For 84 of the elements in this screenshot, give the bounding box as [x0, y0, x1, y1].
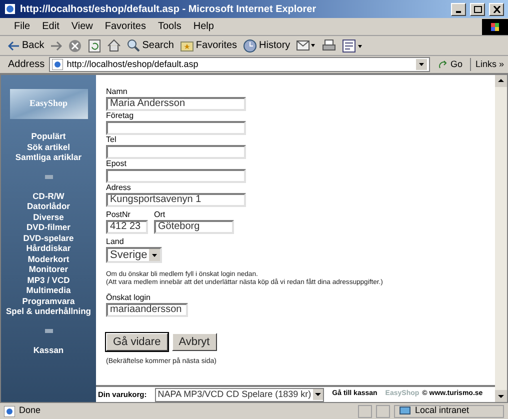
maximize-icon — [474, 6, 482, 12]
printer-icon[interactable] — [322, 39, 336, 52]
menu-item[interactable]: View — [65, 19, 99, 34]
nav-link[interactable]: Multimedia — [26, 285, 71, 296]
nav-link[interactable]: Datorlådor — [27, 201, 70, 212]
field-label: Tel — [106, 135, 118, 145]
mail-icon[interactable] — [296, 39, 316, 52]
links-button[interactable]: Links » — [470, 58, 504, 72]
text-field[interactable]: mariaandersson — [106, 303, 188, 317]
page-icon — [52, 59, 63, 70]
back-button[interactable]: Back — [8, 38, 44, 53]
refresh-icon[interactable] — [88, 38, 102, 52]
field-label: Namn — [106, 87, 128, 97]
close-icon — [492, 6, 500, 12]
forward-arrow-icon[interactable] — [50, 40, 62, 50]
nav-link[interactable]: CD-R/W — [32, 190, 64, 201]
menu-item[interactable]: Tools — [152, 19, 188, 34]
text-field[interactable]: Kungsportsavenyn 1 — [106, 193, 246, 207]
address-label: Address — [8, 58, 45, 72]
continue-button[interactable]: Gå vidare — [106, 333, 168, 351]
nav-link[interactable]: Spel & underhållning — [6, 306, 91, 316]
text-field[interactable] — [106, 121, 246, 135]
search-button[interactable]: Search — [127, 38, 174, 53]
back-arrow-icon — [8, 40, 20, 50]
page-icon — [4, 406, 15, 416]
close-button[interactable] — [489, 2, 504, 16]
text-field[interactable]: 412 23 — [106, 220, 148, 234]
nav-link[interactable]: Kassan — [33, 344, 64, 355]
cart-dropdown[interactable]: NAPA MP3/VCD CD Spelare (1839 kr) — [154, 388, 324, 402]
address-field[interactable]: http://localhost/eshop/default.asp — [48, 57, 430, 72]
nav-link[interactable]: Sök artikel — [26, 142, 70, 152]
scroll-up-icon[interactable] — [495, 75, 507, 87]
nav-link[interactable]: DVD-spelare — [23, 232, 74, 243]
home-icon[interactable] — [107, 39, 122, 52]
nav-link[interactable]: Populärt — [31, 131, 66, 142]
text-field[interactable]: Göteborg — [154, 220, 234, 234]
browser-page-icon — [4, 3, 16, 15]
menu-item[interactable]: Edit — [36, 19, 66, 34]
field-label: PostNr — [106, 210, 132, 220]
favorites-button[interactable]: Favorites — [180, 38, 238, 53]
nav-link[interactable]: MP3 / VCD — [27, 274, 70, 285]
history-button[interactable]: History — [243, 38, 290, 53]
field-label: Företag — [106, 111, 135, 121]
separator-icon — [44, 174, 52, 178]
go-button[interactable]: Go — [434, 58, 466, 72]
field-label: Land — [106, 237, 124, 247]
nav-link[interactable]: Moderkort — [28, 254, 70, 264]
field-label: Adress — [106, 183, 132, 193]
window-title: http://localhost/eshop/default.asp - Microsoft Internet Explorer — [20, 2, 318, 16]
text-field[interactable] — [106, 145, 246, 159]
nav-link[interactable]: Programvara — [22, 296, 75, 306]
field-label: Ort — [154, 210, 166, 220]
field-label: Önskat login — [106, 293, 152, 303]
zone-text: Local intranet — [415, 404, 470, 418]
nav-link[interactable]: Diverse — [33, 212, 64, 222]
minimize-button[interactable] — [451, 2, 466, 16]
url-text: http://localhost/eshop/default.asp — [66, 58, 200, 71]
intranet-icon — [399, 406, 411, 416]
go-arrow-icon — [438, 60, 448, 70]
maximize-button[interactable] — [470, 2, 485, 16]
magnifier-icon — [127, 39, 140, 52]
nav-link[interactable]: Hårddiskar — [26, 243, 71, 254]
nav-link[interactable]: Samtliga artiklar — [15, 152, 82, 162]
menu-item[interactable]: Help — [187, 19, 220, 34]
clock-icon — [243, 38, 258, 52]
scrollbar[interactable] — [495, 75, 507, 402]
stop-icon[interactable] — [68, 38, 82, 52]
nav-link[interactable]: DVD-filmer — [26, 222, 70, 232]
status-text: Done — [19, 404, 42, 418]
scroll-down-icon[interactable] — [495, 390, 507, 402]
cancel-button[interactable]: Avbryt — [172, 333, 217, 351]
edit-page-icon[interactable] — [342, 38, 364, 52]
text-field[interactable]: Maria Andersson — [106, 97, 246, 111]
text-field[interactable] — [106, 169, 246, 183]
status-panel — [376, 404, 390, 418]
windows-logo-icon — [482, 18, 508, 34]
nav-link[interactable]: Monitorer — [28, 264, 68, 274]
logo: EasyShop — [10, 89, 88, 119]
status-panel — [358, 404, 372, 418]
country-dropdown[interactable]: Sverige — [106, 247, 162, 263]
field-label: Epost — [106, 159, 128, 169]
separator-icon — [44, 328, 52, 332]
menu-item[interactable]: Favorites — [98, 19, 152, 34]
menu-item[interactable]: File — [8, 19, 36, 34]
